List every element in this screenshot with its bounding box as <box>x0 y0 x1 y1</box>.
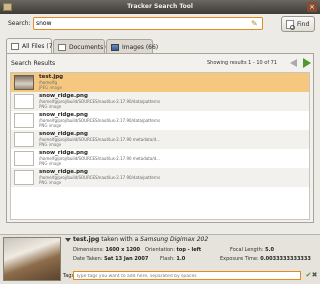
detail-filename: test.jpg <box>73 236 100 243</box>
orientation-value: top - left <box>176 247 202 253</box>
item-type: PNG image <box>39 161 62 166</box>
flash-field: Flash: 1.0 <box>160 256 185 262</box>
exposure-time-value: 0.0033333333333 <box>260 256 311 262</box>
tags-field[interactable] <box>73 271 301 280</box>
tab-images-label: Images (66) <box>122 44 159 51</box>
expander-arrow-icon[interactable] <box>65 238 71 242</box>
list-item[interactable]: snow_ridge.png /home/fg/proj/build/SOURC… <box>11 92 309 111</box>
exposure-time-label: Exposure Time: <box>220 256 259 262</box>
date-taken-field: Date Taken: Sat 13 Jan 2007 <box>73 256 148 262</box>
thumbnail <box>14 75 34 90</box>
focal-length-field: Focal Length: 5.0 <box>230 247 274 253</box>
list-item[interactable]: snow_ridge.png /home/fg/proj/build/SOURC… <box>11 111 309 130</box>
tab-documents[interactable]: Documents (1) <box>53 39 114 53</box>
results-list[interactable]: test.jpg /home/fg JPEG image snow_ridge.… <box>10 72 310 220</box>
results-tabs: All Files (71) Documents (1) Images (66) <box>6 38 314 53</box>
cancel-tags-icon[interactable]: ✖ <box>310 271 319 280</box>
search-field[interactable]: ✎ <box>33 17 263 30</box>
search-bar: Search: ✎ Find <box>0 14 320 36</box>
list-item[interactable]: snow_ridge.png /home/fg/proj/build/SOURC… <box>11 168 309 187</box>
flash-value: 1.0 <box>176 256 186 262</box>
results-count: Showing results 1 - 10 of 71 <box>207 60 278 66</box>
thumbnail <box>14 151 34 166</box>
item-type: PNG image <box>39 123 62 128</box>
tab-all-files[interactable]: All Files (71) <box>6 38 59 53</box>
image-icon <box>111 44 119 51</box>
all-files-icon <box>11 43 19 50</box>
tracker-search-window: Tracker Search Tool × Search: ✎ Find All… <box>0 0 320 284</box>
window-title: Tracker Search Tool <box>127 3 193 10</box>
item-type: JPEG image <box>39 85 62 90</box>
dimensions-field: Dimensions: 1600 x 1200 <box>73 247 140 253</box>
date-taken-label: Date Taken: <box>73 256 103 262</box>
date-taken-value: Sat 13 Jan 2007 <box>104 256 149 262</box>
flash-label: Flash: <box>160 256 175 262</box>
list-item[interactable]: snow_ridge.png /home/fg/proj/build/SOURC… <box>11 130 309 149</box>
list-item[interactable]: test.jpg /home/fg JPEG image <box>11 73 309 92</box>
next-page-icon[interactable] <box>301 58 311 68</box>
file-details-pane: test.jpg taken with a Samsung Digimax 20… <box>0 234 320 284</box>
focal-length-value: 5.0 <box>265 247 274 253</box>
thumbnail <box>14 170 34 185</box>
find-button[interactable]: Find <box>281 16 315 32</box>
thumbnail <box>14 132 34 147</box>
close-icon[interactable]: × <box>307 2 317 12</box>
orientation-label: Orientation: <box>145 247 175 253</box>
list-item[interactable]: snow_ridge.png /home/fg/proj/build/SOURC… <box>11 149 309 168</box>
previous-page-icon[interactable] <box>289 58 299 68</box>
title-bar[interactable]: Tracker Search Tool × <box>0 0 320 14</box>
image-preview <box>3 237 61 281</box>
results-panel: Search Results Showing results 1 - 10 of… <box>6 53 314 223</box>
search-input[interactable] <box>36 18 246 29</box>
exposure-time-field: Exposure Time: 0.0033333333333 <box>220 256 311 262</box>
thumbnail <box>14 94 34 109</box>
detail-taken-with: taken with a <box>101 236 139 243</box>
tags-input[interactable] <box>74 273 296 280</box>
dimensions-value: 1600 x 1200 <box>105 247 141 253</box>
search-label: Search: <box>8 20 31 27</box>
document-icon <box>58 44 66 51</box>
focal-length-label: Focal Length: <box>230 247 264 253</box>
detail-camera: Samsung Digimax 202 <box>140 236 209 243</box>
tags-row: Tags: ✔ ✖ <box>63 271 317 281</box>
tab-images[interactable]: Images (66) <box>106 39 158 53</box>
detail-heading: test.jpg taken with a Samsung Digimax 20… <box>73 236 208 243</box>
find-button-label: Find <box>297 21 310 28</box>
item-type: PNG image <box>39 142 62 147</box>
item-type: PNG image <box>39 104 62 109</box>
dimensions-label: Dimensions: <box>73 247 104 253</box>
find-icon <box>286 20 295 30</box>
item-type: PNG image <box>39 180 62 185</box>
clear-search-icon[interactable]: ✎ <box>251 19 260 28</box>
thumbnail <box>14 113 34 128</box>
orientation-field: Orientation: top - left <box>145 247 201 253</box>
results-header: Search Results <box>11 60 56 67</box>
